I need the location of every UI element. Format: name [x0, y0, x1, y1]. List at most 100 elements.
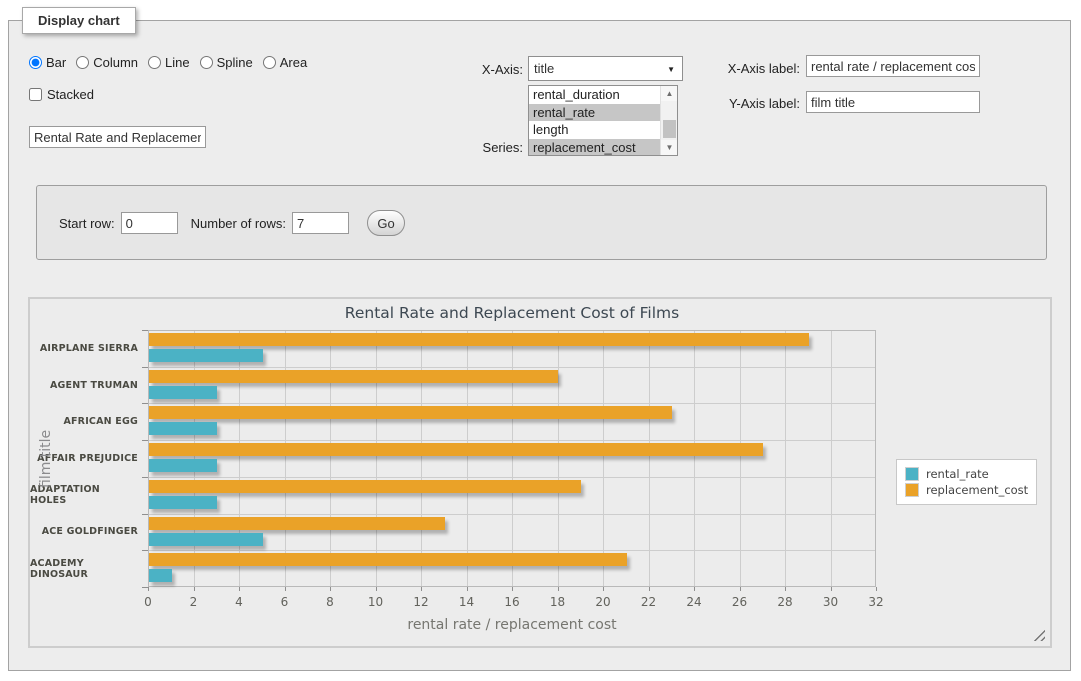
- series-option-rental_rate[interactable]: rental_rate: [529, 104, 677, 122]
- chart-type-spline[interactable]: Spline: [200, 55, 253, 70]
- x-axis-tick-label: 30: [811, 595, 851, 609]
- chart-type-label: Area: [280, 55, 307, 70]
- stacked-option[interactable]: Stacked: [29, 87, 94, 102]
- legend-row: replacement_cost: [905, 483, 1028, 497]
- x-axis-tick-mark: [148, 587, 149, 591]
- bar-replacement-cost: [149, 517, 445, 530]
- x-axis-tick-mark: [285, 587, 286, 591]
- x-axis-tick-label: 16: [492, 595, 532, 609]
- start-row-input[interactable]: [121, 212, 178, 234]
- series-scrollbar[interactable]: ▲ ▼: [660, 86, 677, 155]
- x-axis-tick-mark: [831, 587, 832, 591]
- bar-replacement-cost: [149, 480, 581, 493]
- chart-type-label: Column: [93, 55, 138, 70]
- radio-area[interactable]: [263, 56, 276, 69]
- chevron-down-icon: ▼: [667, 65, 675, 74]
- series-option-replacement_cost[interactable]: replacement_cost: [529, 139, 677, 156]
- x-axis-label-input[interactable]: [806, 55, 980, 77]
- y-axis-label-label: Y-Axis label:: [700, 96, 800, 111]
- stacked-checkbox[interactable]: [29, 88, 42, 101]
- x-axis-select[interactable]: title ▼: [528, 56, 683, 81]
- x-axis-title: rental rate / replacement cost: [148, 617, 876, 633]
- go-button[interactable]: Go: [367, 210, 405, 236]
- chart-type-radio-group: Bar Column Line Spline Area: [29, 55, 317, 70]
- plot-border: [148, 330, 876, 587]
- chart-title-input[interactable]: [29, 126, 206, 148]
- chart-legend: rental_rate replacement_cost: [896, 459, 1037, 505]
- series-list-label: Series:: [430, 140, 523, 155]
- chart-type-line[interactable]: Line: [148, 55, 190, 70]
- x-axis-tick-mark: [512, 587, 513, 591]
- x-axis-tick-label: 8: [310, 595, 350, 609]
- chart-type-column[interactable]: Column: [76, 55, 138, 70]
- radio-spline[interactable]: [200, 56, 213, 69]
- chart-type-label: Line: [165, 55, 190, 70]
- bar-rental-rate: [149, 349, 263, 362]
- legend-label: rental_rate: [926, 467, 989, 481]
- x-axis-select-label: X-Axis:: [430, 62, 523, 77]
- radio-column[interactable]: [76, 56, 89, 69]
- series-option-rental_duration[interactable]: rental_duration: [529, 86, 677, 104]
- x-axis-tick-label: 12: [401, 595, 441, 609]
- category-label: ACADEMY DINOSAUR: [30, 550, 138, 587]
- y-axis-tick-mark: [142, 587, 148, 588]
- number-of-rows-label: Number of rows:: [191, 216, 286, 231]
- bar-replacement-cost: [149, 406, 672, 419]
- scrollbar-thumb[interactable]: [663, 120, 676, 138]
- bar-rental-rate: [149, 386, 217, 399]
- x-axis-tick-mark: [467, 587, 468, 591]
- fieldset-legend: Display chart: [22, 7, 136, 34]
- y-axis-title: film title: [38, 389, 54, 529]
- x-axis-tick-label: 4: [219, 595, 259, 609]
- x-axis-tick-label: 14: [447, 595, 487, 609]
- radio-bar[interactable]: [29, 56, 42, 69]
- bar-rental-rate: [149, 459, 217, 472]
- bar-rental-rate: [149, 422, 217, 435]
- x-axis-tick-mark: [558, 587, 559, 591]
- x-axis-tick-mark: [330, 587, 331, 591]
- bar-chart: Rental Rate and Replacement Cost of Film…: [30, 299, 1050, 646]
- series-option-length[interactable]: length: [529, 121, 677, 139]
- x-axis-tick-label: 22: [629, 595, 669, 609]
- bar-replacement-cost: [149, 553, 627, 566]
- scroll-down-icon[interactable]: ▼: [661, 140, 678, 155]
- legend-row: rental_rate: [905, 467, 1028, 481]
- x-axis-tick-label: 2: [174, 595, 214, 609]
- x-axis-tick-mark: [603, 587, 604, 591]
- number-of-rows-input[interactable]: [292, 212, 349, 234]
- bar-rental-rate: [149, 533, 263, 546]
- x-axis-tick-label: 6: [265, 595, 305, 609]
- legend-label: replacement_cost: [926, 483, 1028, 497]
- stacked-label: Stacked: [47, 87, 94, 102]
- x-axis-tick-mark: [239, 587, 240, 591]
- x-axis-tick-label: 24: [674, 595, 714, 609]
- x-axis-tick-mark: [740, 587, 741, 591]
- category-label: AIRPLANE SIERRA: [30, 330, 138, 367]
- x-axis-tick-mark: [376, 587, 377, 591]
- chart-type-area[interactable]: Area: [263, 55, 307, 70]
- bar-replacement-cost: [149, 443, 763, 456]
- legend-swatch-replacement_cost: [905, 483, 919, 497]
- x-axis-tick-mark: [649, 587, 650, 591]
- series-listbox[interactable]: rental_durationrental_ratelengthreplacem…: [528, 85, 678, 156]
- chart-title: Rental Rate and Replacement Cost of Film…: [148, 304, 876, 322]
- series-options: rental_durationrental_ratelengthreplacem…: [529, 86, 677, 156]
- radio-line[interactable]: [148, 56, 161, 69]
- y-axis-label-input[interactable]: [806, 91, 980, 113]
- x-axis-tick-mark: [876, 587, 877, 591]
- chart-type-bar[interactable]: Bar: [29, 55, 66, 70]
- bar-replacement-cost: [149, 333, 809, 346]
- x-axis-label-label: X-Axis label:: [700, 61, 800, 76]
- start-row-label: Start row:: [59, 216, 115, 231]
- bar-rental-rate: [149, 569, 172, 582]
- x-axis-tick-label: 26: [720, 595, 760, 609]
- x-axis-tick-label: 0: [128, 595, 168, 609]
- x-axis-tick-label: 10: [356, 595, 396, 609]
- bar-rental-rate: [149, 496, 217, 509]
- bar-replacement-cost: [149, 370, 558, 383]
- scroll-up-icon[interactable]: ▲: [661, 86, 678, 101]
- x-axis-tick-mark: [194, 587, 195, 591]
- x-axis-tick-label: 20: [583, 595, 623, 609]
- chart-type-label: Bar: [46, 55, 66, 70]
- chart-panel: Rental Rate and Replacement Cost of Film…: [28, 297, 1052, 648]
